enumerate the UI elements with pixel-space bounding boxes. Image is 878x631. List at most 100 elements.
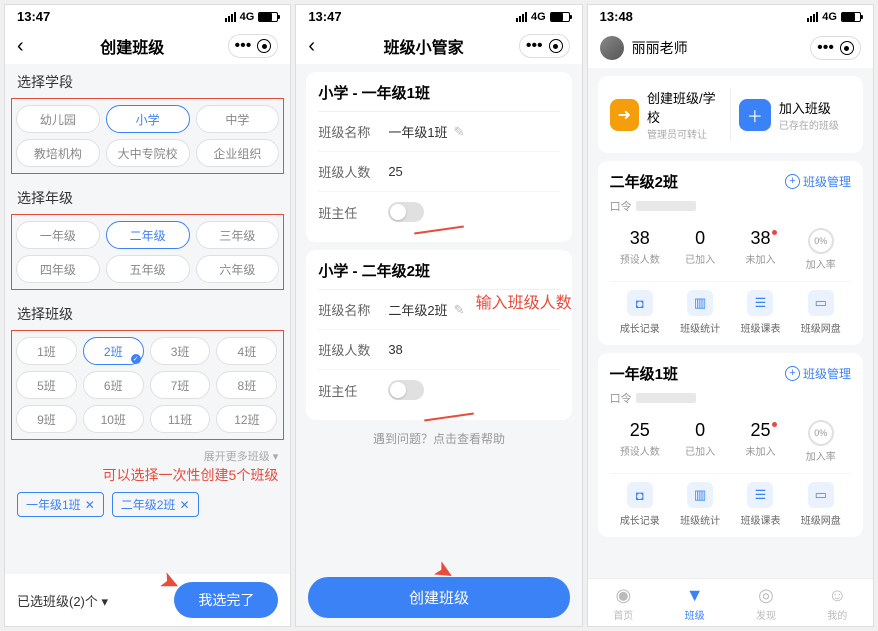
class-card: 一年级1班 +班级管理 口令 25预设人数 0已加入 25未加入 0%加入率 ◘…	[598, 353, 863, 537]
count-input[interactable]: 38	[388, 342, 402, 357]
grade-option[interactable]: 六年级	[196, 255, 280, 283]
class-option[interactable]: 12班	[216, 405, 277, 433]
schedule-button[interactable]: ☰班级课表	[730, 482, 790, 527]
more-icon[interactable]: •••	[526, 37, 543, 55]
stage-option[interactable]: 幼儿园	[16, 105, 100, 133]
schedule-button[interactable]: ☰班级课表	[730, 290, 790, 335]
stat-unjoined: 25未加入	[730, 420, 790, 463]
close-target-icon[interactable]	[549, 39, 563, 53]
join-class-button[interactable]: ＋ 加入班级已存在的班级	[739, 88, 851, 141]
close-target-icon[interactable]	[840, 41, 854, 55]
class-option[interactable]: 11班	[150, 405, 211, 433]
plus-icon: +	[785, 174, 800, 189]
tab-me[interactable]: ☺我的	[802, 585, 873, 622]
plus-icon: +	[785, 366, 800, 381]
help-link[interactable]: 遇到问题？点击查看帮助	[296, 420, 581, 457]
close-target-icon[interactable]	[257, 39, 271, 53]
growth-record-button[interactable]: ◘成长记录	[610, 290, 670, 335]
class-stats-button[interactable]: ▥班级统计	[670, 290, 730, 335]
class-name-row: 班级名称 一年级1班✎	[318, 112, 559, 152]
more-icon[interactable]: •••	[817, 39, 834, 57]
grade-option[interactable]: 一年级	[16, 221, 100, 249]
tab-class[interactable]: ▼班级	[659, 585, 730, 622]
signal-icon	[516, 12, 527, 22]
growth-record-button[interactable]: ◘成长记录	[610, 482, 670, 527]
manage-button[interactable]: +班级管理	[785, 365, 851, 382]
class-option[interactable]: 1班	[16, 337, 77, 365]
edit-icon[interactable]: ✎	[454, 124, 465, 140]
manage-button[interactable]: +班级管理	[785, 173, 851, 190]
class-config-card: 小学 - 二年级2班 班级名称 二年级2班✎ 班级人数 38 班主任	[306, 250, 571, 420]
teacher-toggle[interactable]	[388, 202, 424, 222]
stat-rate: 0%加入率	[791, 420, 851, 463]
more-icon[interactable]: •••	[235, 37, 252, 55]
card-title: 小学 - 一年级1班	[318, 82, 559, 112]
class-option[interactable]: 4班	[216, 337, 277, 365]
class-option[interactable]: 6班	[83, 371, 144, 399]
remove-icon[interactable]: ✕	[85, 498, 95, 512]
selected-count[interactable]: 已选班级(2)个 ▾	[17, 591, 108, 610]
section-grade-label: 选择年级	[5, 180, 290, 212]
shield-icon: ▼	[659, 585, 730, 606]
teacher-toggle[interactable]	[388, 380, 424, 400]
bottom-bar: 已选班级(2)个 ▾ 我选完了 ➤	[5, 574, 290, 626]
annotation-note: 可以选择一次性创建5个班级	[5, 466, 290, 484]
grade-option[interactable]: 二年级	[106, 221, 190, 249]
status-bar: 13:47 4G	[296, 5, 581, 28]
create-icon: ➜	[610, 99, 639, 131]
expand-more[interactable]: 展开更多班级 ▾	[5, 446, 290, 466]
selected-tags: 一年级1班✕ 二年级2班✕	[5, 484, 290, 525]
create-school-button[interactable]: ➜ 创建班级/学校管理员可转让	[610, 88, 722, 141]
stage-option[interactable]: 大中专院校	[106, 139, 190, 167]
teacher-header[interactable]: 丽丽老师 •••	[588, 28, 873, 68]
battery-icon	[550, 12, 570, 22]
tab-home[interactable]: ◉首页	[588, 585, 659, 622]
class-option[interactable]: 10班	[83, 405, 144, 433]
disk-button[interactable]: ▭班级网盘	[791, 482, 851, 527]
back-icon[interactable]: ‹	[17, 35, 37, 58]
time: 13:47	[308, 9, 341, 24]
grade-option[interactable]: 三年级	[196, 221, 280, 249]
class-count-row: 班级人数 25	[318, 152, 559, 192]
status-right: 4G	[516, 11, 570, 23]
class-option[interactable]: 7班	[150, 371, 211, 399]
mini-program-capsule[interactable]: •••	[519, 34, 570, 58]
action-card: ➜ 创建班级/学校管理员可转让 ＋ 加入班级已存在的班级	[598, 76, 863, 153]
mini-program-capsule[interactable]: •••	[810, 36, 861, 60]
class-stats-button[interactable]: ▥班级统计	[670, 482, 730, 527]
stage-option[interactable]: 小学	[106, 105, 190, 133]
class-option[interactable]: 3班	[150, 337, 211, 365]
tab-discover[interactable]: ◎发现	[730, 585, 801, 622]
status-right: 4G	[225, 11, 279, 23]
selected-tag[interactable]: 二年级2班✕	[112, 492, 199, 517]
count-input[interactable]: 25	[388, 164, 402, 179]
class-option[interactable]: 8班	[216, 371, 277, 399]
class-option[interactable]: 2班✓	[83, 337, 144, 365]
teacher-row: 班主任	[318, 370, 559, 410]
disk-icon: ▭	[808, 482, 834, 508]
status-bar: 13:48 4G	[588, 5, 873, 28]
class-option[interactable]: 9班	[16, 405, 77, 433]
stage-box: 幼儿园 小学 中学 教培机构 大中专院校 企业组织	[11, 98, 284, 174]
class-option[interactable]: 5班	[16, 371, 77, 399]
stat-joined: 0已加入	[670, 420, 730, 463]
stage-option[interactable]: 企业组织	[196, 139, 280, 167]
selected-tag[interactable]: 一年级1班✕	[17, 492, 104, 517]
edit-icon[interactable]: ✎	[454, 302, 465, 318]
grade-option[interactable]: 五年级	[106, 255, 190, 283]
disk-button[interactable]: ▭班级网盘	[791, 290, 851, 335]
compass-icon: ◎	[730, 585, 801, 606]
back-icon[interactable]: ‹	[308, 35, 328, 58]
status-right: 4G	[807, 11, 861, 23]
stage-option[interactable]: 中学	[196, 105, 280, 133]
grade-option[interactable]: 四年级	[16, 255, 100, 283]
stage-option[interactable]: 教培机构	[16, 139, 100, 167]
mini-program-capsule[interactable]: •••	[228, 34, 279, 58]
remove-icon[interactable]: ✕	[179, 498, 189, 512]
class-box: 1班 2班✓ 3班 4班 5班 6班 7班 8班 9班 10班 11班 12班	[11, 330, 284, 440]
status-bar: 13:47 4G	[5, 5, 290, 28]
content: ➜ 创建班级/学校管理员可转让 ＋ 加入班级已存在的班级 二年级2班 +班级管理…	[588, 68, 873, 578]
done-button[interactable]: 我选完了	[174, 582, 278, 618]
stat-preset: 38预设人数	[610, 228, 670, 271]
phone-class-list: 13:48 4G 丽丽老师 ••• ➜ 创建班级/学校管理员可转让 ＋ 加入班级…	[587, 4, 874, 627]
